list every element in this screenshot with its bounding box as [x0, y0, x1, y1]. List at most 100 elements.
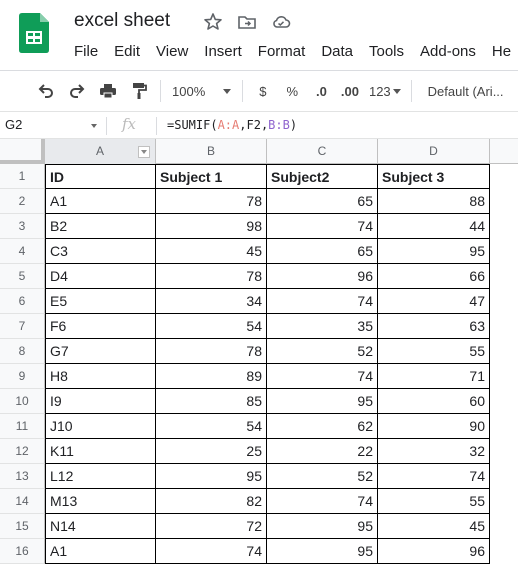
menu-help[interactable]: He — [484, 41, 518, 62]
table-cell[interactable]: 63 — [378, 314, 490, 339]
table-cell[interactable]: 74 — [267, 364, 378, 389]
table-cell[interactable]: K11 — [45, 439, 156, 464]
table-cell[interactable]: 74 — [378, 464, 490, 489]
redo-icon[interactable] — [61, 77, 92, 105]
table-cell[interactable]: L12 — [45, 464, 156, 489]
zoom-select[interactable]: 100% — [167, 77, 236, 105]
header-cell[interactable]: ID — [45, 164, 156, 189]
header-cell[interactable]: Subject2 — [267, 164, 378, 189]
menu-addons[interactable]: Add-ons — [412, 41, 484, 62]
currency-format-button[interactable]: $ — [249, 77, 276, 105]
decrease-decimal-button[interactable]: .0 — [308, 77, 335, 105]
row-header[interactable]: 11 — [0, 414, 45, 439]
table-cell[interactable]: 98 — [156, 214, 267, 239]
table-cell[interactable]: 95 — [156, 464, 267, 489]
cloud-status-icon[interactable] — [271, 12, 291, 32]
row-header[interactable]: 9 — [0, 364, 45, 389]
document-title[interactable]: excel sheet — [74, 10, 170, 32]
table-cell[interactable]: 52 — [267, 464, 378, 489]
filter-icon[interactable] — [138, 146, 150, 158]
row-header[interactable]: 2 — [0, 189, 45, 214]
row-header[interactable]: 8 — [0, 339, 45, 364]
row-header[interactable]: 1 — [0, 164, 45, 189]
table-cell[interactable]: 65 — [267, 239, 378, 264]
table-cell[interactable]: 44 — [378, 214, 490, 239]
table-cell[interactable]: 95 — [267, 539, 378, 564]
star-icon[interactable] — [203, 12, 223, 32]
table-cell[interactable]: 74 — [267, 489, 378, 514]
undo-icon[interactable] — [30, 77, 61, 105]
row-header[interactable]: 7 — [0, 314, 45, 339]
table-cell[interactable]: 35 — [267, 314, 378, 339]
name-box[interactable]: G2 — [5, 117, 22, 132]
table-cell[interactable]: 96 — [267, 264, 378, 289]
chevron-down-icon[interactable] — [91, 124, 97, 128]
table-cell[interactable]: N14 — [45, 514, 156, 539]
table-cell[interactable]: G7 — [45, 339, 156, 364]
table-cell[interactable]: 78 — [156, 189, 267, 214]
menu-file[interactable]: File — [66, 41, 106, 62]
row-header[interactable]: 3 — [0, 214, 45, 239]
row-header[interactable]: 14 — [0, 489, 45, 514]
table-cell[interactable]: E5 — [45, 289, 156, 314]
table-cell[interactable]: J10 — [45, 414, 156, 439]
percent-format-button[interactable]: % — [276, 77, 308, 105]
paint-format-icon[interactable] — [123, 77, 154, 105]
table-cell[interactable]: 78 — [156, 339, 267, 364]
column-header-d[interactable]: D — [378, 139, 490, 164]
table-cell[interactable]: 82 — [156, 489, 267, 514]
table-cell[interactable]: M13 — [45, 489, 156, 514]
header-cell[interactable]: Subject 1 — [156, 164, 267, 189]
table-cell[interactable]: 96 — [378, 539, 490, 564]
table-cell[interactable]: I9 — [45, 389, 156, 414]
table-cell[interactable]: 85 — [156, 389, 267, 414]
table-cell[interactable]: 90 — [378, 414, 490, 439]
select-all-corner[interactable] — [0, 139, 45, 164]
table-cell[interactable]: 45 — [156, 239, 267, 264]
table-cell[interactable]: 52 — [267, 339, 378, 364]
row-header[interactable]: 15 — [0, 514, 45, 539]
column-header-b[interactable]: B — [156, 139, 267, 164]
menu-tools[interactable]: Tools — [361, 41, 412, 62]
row-header[interactable]: 10 — [0, 389, 45, 414]
table-cell[interactable]: 89 — [156, 364, 267, 389]
table-cell[interactable]: 78 — [156, 264, 267, 289]
table-cell[interactable]: C3 — [45, 239, 156, 264]
table-cell[interactable]: B2 — [45, 214, 156, 239]
table-cell[interactable]: 54 — [156, 414, 267, 439]
row-header[interactable]: 6 — [0, 289, 45, 314]
font-select[interactable]: Default (Ari... — [418, 77, 509, 105]
menu-view[interactable]: View — [148, 41, 196, 62]
table-cell[interactable]: 25 — [156, 439, 267, 464]
table-cell[interactable]: 95 — [267, 389, 378, 414]
menu-format[interactable]: Format — [250, 41, 314, 62]
menu-edit[interactable]: Edit — [106, 41, 148, 62]
table-cell[interactable]: A1 — [45, 539, 156, 564]
table-cell[interactable]: 66 — [378, 264, 490, 289]
table-cell[interactable]: 71 — [378, 364, 490, 389]
menu-data[interactable]: Data — [313, 41, 361, 62]
table-cell[interactable]: 95 — [378, 239, 490, 264]
table-cell[interactable]: A1 — [45, 189, 156, 214]
table-cell[interactable]: 22 — [267, 439, 378, 464]
row-header[interactable]: 5 — [0, 264, 45, 289]
table-cell[interactable]: 72 — [156, 514, 267, 539]
column-header-c[interactable]: C — [267, 139, 378, 164]
row-header[interactable]: 12 — [0, 439, 45, 464]
print-icon[interactable] — [92, 77, 123, 105]
table-cell[interactable]: 45 — [378, 514, 490, 539]
row-header[interactable]: 13 — [0, 464, 45, 489]
formula-input[interactable]: =SUMIF(A:A,F2,B:B) — [167, 118, 297, 132]
table-cell[interactable]: 74 — [267, 214, 378, 239]
menu-insert[interactable]: Insert — [196, 41, 250, 62]
table-cell[interactable]: 47 — [378, 289, 490, 314]
column-header-a[interactable]: A — [45, 139, 156, 164]
increase-decimal-button[interactable]: .00 — [335, 77, 365, 105]
table-cell[interactable]: 34 — [156, 289, 267, 314]
move-folder-icon[interactable] — [237, 12, 257, 32]
row-header[interactable]: 16 — [0, 539, 45, 564]
table-cell[interactable]: F6 — [45, 314, 156, 339]
spreadsheet-grid[interactable]: A B C D 1 ID Subject 1 Subject2 Subject 3 2 A1… — [0, 139, 518, 568]
table-cell[interactable]: H8 — [45, 364, 156, 389]
table-cell[interactable]: 32 — [378, 439, 490, 464]
